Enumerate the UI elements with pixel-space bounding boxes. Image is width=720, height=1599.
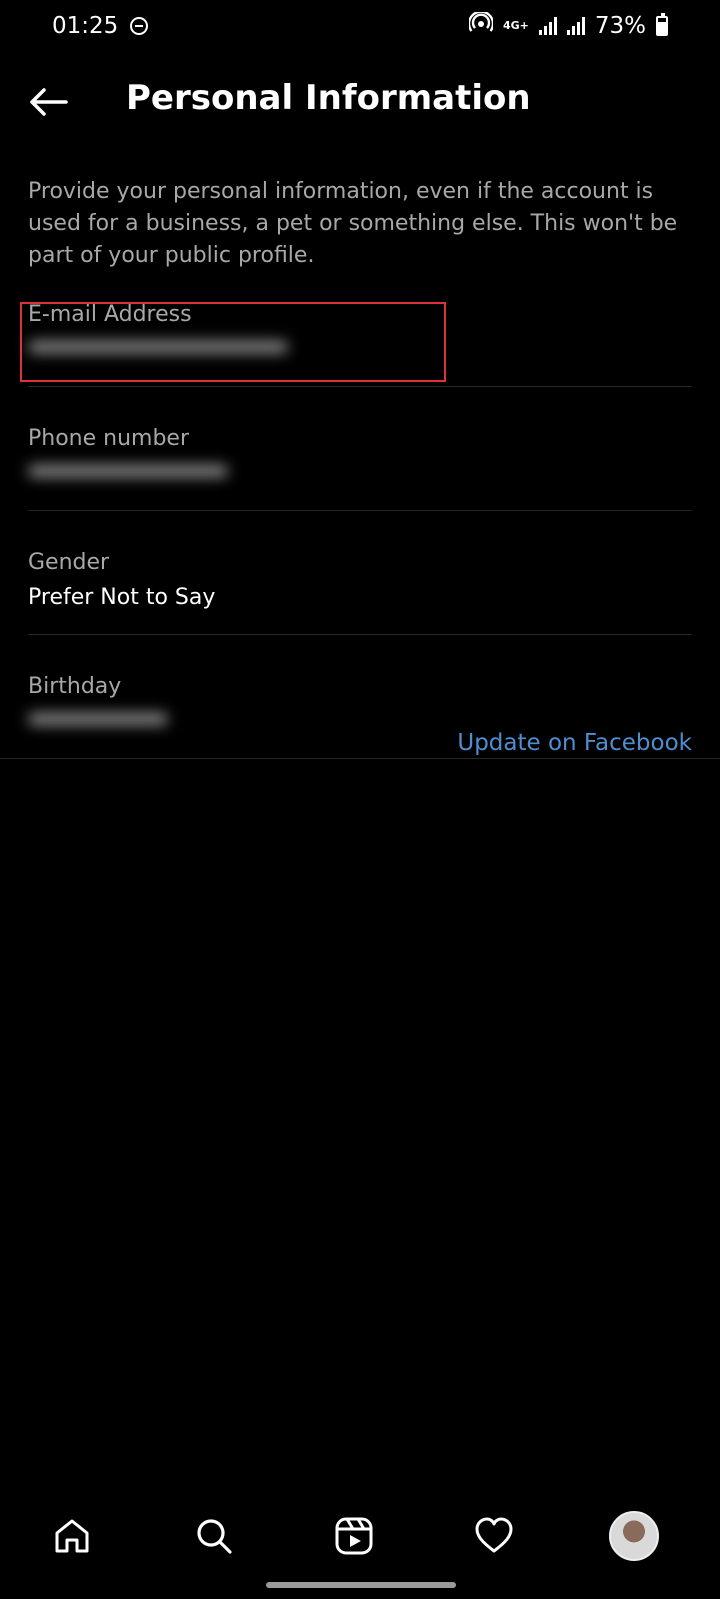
phone-redacted [28, 465, 228, 477]
email-label: E-mail Address [28, 302, 192, 327]
do-not-disturb-icon [130, 17, 149, 35]
nav-search[interactable] [186, 1508, 242, 1564]
divider [28, 510, 692, 511]
hotspot-icon [467, 10, 495, 40]
email-redacted [28, 341, 288, 353]
phone-field[interactable]: Phone number [28, 426, 692, 487]
gender-field[interactable]: Gender Prefer Not to Say [28, 550, 692, 610]
description-text: Provide your personal information, even … [28, 179, 678, 268]
heart-icon [475, 1517, 513, 1553]
divider [28, 386, 692, 387]
signal-icon [566, 17, 585, 35]
battery-icon [656, 13, 668, 36]
email-value [28, 337, 692, 363]
phone-value [28, 461, 692, 487]
page-title: Personal Information [126, 78, 531, 118]
birthday-redacted [28, 713, 168, 725]
nav-activity[interactable] [466, 1508, 522, 1564]
status-time: 01:25 [52, 13, 119, 39]
header: Personal Information [0, 60, 720, 144]
status-bar: 01:25 4G+ 73% [0, 0, 720, 52]
nav-reels[interactable] [326, 1508, 382, 1564]
arrow-left-icon [30, 88, 68, 116]
divider [0, 758, 720, 759]
profile-avatar [609, 1511, 659, 1561]
birthday-label: Birthday [28, 674, 122, 699]
phone-label: Phone number [28, 426, 190, 451]
gender-value: Prefer Not to Say [28, 585, 216, 610]
home-indicator[interactable] [266, 1582, 456, 1588]
reels-icon [335, 1517, 373, 1555]
bottom-nav [0, 1500, 720, 1570]
home-icon [55, 1519, 89, 1553]
nav-home[interactable] [44, 1508, 100, 1564]
gender-label: Gender [28, 550, 110, 575]
divider [28, 634, 692, 635]
nav-profile[interactable] [606, 1508, 662, 1564]
signal-icon [538, 17, 557, 35]
status-right: 4G+ 73% [467, 10, 668, 40]
status-left: 01:25 [52, 13, 149, 39]
network-type: 4G+ [502, 19, 529, 32]
battery-percent: 73% [594, 13, 646, 39]
birthday-field[interactable]: Birthday [28, 674, 692, 735]
email-field[interactable]: E-mail Address [28, 302, 692, 363]
search-icon [197, 1519, 232, 1554]
back-button[interactable] [22, 76, 74, 128]
update-on-facebook-link[interactable]: Update on Facebook [457, 730, 692, 756]
